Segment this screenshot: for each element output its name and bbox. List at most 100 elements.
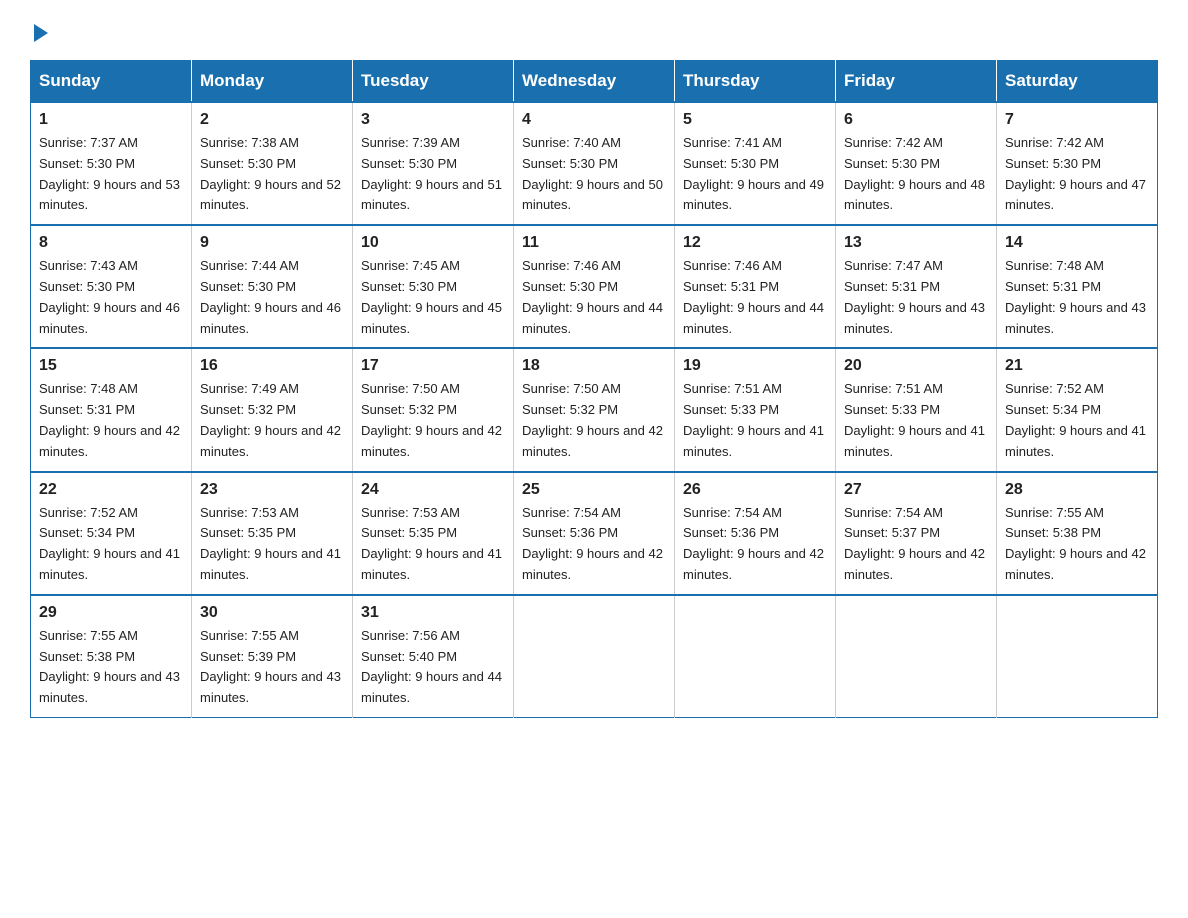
day-number: 8 xyxy=(39,234,183,252)
logo xyxy=(30,20,48,42)
day-number: 24 xyxy=(361,481,505,499)
page-header xyxy=(30,20,1158,42)
day-number: 13 xyxy=(844,234,988,252)
day-info: Sunrise: 7:54 AMSunset: 5:37 PMDaylight:… xyxy=(844,505,985,582)
calendar-cell xyxy=(836,595,997,718)
calendar-cell xyxy=(997,595,1158,718)
day-info: Sunrise: 7:47 AMSunset: 5:31 PMDaylight:… xyxy=(844,258,985,335)
calendar-cell: 24 Sunrise: 7:53 AMSunset: 5:35 PMDaylig… xyxy=(353,472,514,595)
day-number: 17 xyxy=(361,357,505,375)
day-number: 15 xyxy=(39,357,183,375)
calendar-cell: 8 Sunrise: 7:43 AMSunset: 5:30 PMDayligh… xyxy=(31,225,192,348)
calendar-cell: 5 Sunrise: 7:41 AMSunset: 5:30 PMDayligh… xyxy=(675,102,836,225)
day-number: 3 xyxy=(361,111,505,129)
day-info: Sunrise: 7:56 AMSunset: 5:40 PMDaylight:… xyxy=(361,628,502,705)
calendar-cell: 6 Sunrise: 7:42 AMSunset: 5:30 PMDayligh… xyxy=(836,102,997,225)
day-number: 14 xyxy=(1005,234,1149,252)
calendar-cell: 28 Sunrise: 7:55 AMSunset: 5:38 PMDaylig… xyxy=(997,472,1158,595)
calendar-cell: 9 Sunrise: 7:44 AMSunset: 5:30 PMDayligh… xyxy=(192,225,353,348)
logo-arrow-icon xyxy=(34,24,48,42)
day-number: 20 xyxy=(844,357,988,375)
calendar-cell: 12 Sunrise: 7:46 AMSunset: 5:31 PMDaylig… xyxy=(675,225,836,348)
calendar-week-row: 1 Sunrise: 7:37 AMSunset: 5:30 PMDayligh… xyxy=(31,102,1158,225)
day-number: 9 xyxy=(200,234,344,252)
day-info: Sunrise: 7:54 AMSunset: 5:36 PMDaylight:… xyxy=(683,505,824,582)
calendar-week-row: 22 Sunrise: 7:52 AMSunset: 5:34 PMDaylig… xyxy=(31,472,1158,595)
calendar-cell: 30 Sunrise: 7:55 AMSunset: 5:39 PMDaylig… xyxy=(192,595,353,718)
day-number: 6 xyxy=(844,111,988,129)
day-info: Sunrise: 7:46 AMSunset: 5:31 PMDaylight:… xyxy=(683,258,824,335)
calendar-cell: 26 Sunrise: 7:54 AMSunset: 5:36 PMDaylig… xyxy=(675,472,836,595)
day-info: Sunrise: 7:54 AMSunset: 5:36 PMDaylight:… xyxy=(522,505,663,582)
calendar-header-row: SundayMondayTuesdayWednesdayThursdayFrid… xyxy=(31,61,1158,103)
day-info: Sunrise: 7:40 AMSunset: 5:30 PMDaylight:… xyxy=(522,135,663,212)
calendar-week-row: 29 Sunrise: 7:55 AMSunset: 5:38 PMDaylig… xyxy=(31,595,1158,718)
day-number: 19 xyxy=(683,357,827,375)
calendar-cell: 17 Sunrise: 7:50 AMSunset: 5:32 PMDaylig… xyxy=(353,348,514,471)
day-number: 12 xyxy=(683,234,827,252)
calendar-cell: 15 Sunrise: 7:48 AMSunset: 5:31 PMDaylig… xyxy=(31,348,192,471)
day-number: 10 xyxy=(361,234,505,252)
day-number: 2 xyxy=(200,111,344,129)
day-info: Sunrise: 7:53 AMSunset: 5:35 PMDaylight:… xyxy=(361,505,502,582)
day-number: 29 xyxy=(39,604,183,622)
day-number: 7 xyxy=(1005,111,1149,129)
calendar-cell: 27 Sunrise: 7:54 AMSunset: 5:37 PMDaylig… xyxy=(836,472,997,595)
day-info: Sunrise: 7:39 AMSunset: 5:30 PMDaylight:… xyxy=(361,135,502,212)
calendar-cell: 22 Sunrise: 7:52 AMSunset: 5:34 PMDaylig… xyxy=(31,472,192,595)
calendar-cell: 31 Sunrise: 7:56 AMSunset: 5:40 PMDaylig… xyxy=(353,595,514,718)
day-info: Sunrise: 7:48 AMSunset: 5:31 PMDaylight:… xyxy=(39,381,180,458)
day-info: Sunrise: 7:45 AMSunset: 5:30 PMDaylight:… xyxy=(361,258,502,335)
day-number: 22 xyxy=(39,481,183,499)
calendar-cell: 16 Sunrise: 7:49 AMSunset: 5:32 PMDaylig… xyxy=(192,348,353,471)
day-number: 26 xyxy=(683,481,827,499)
day-info: Sunrise: 7:50 AMSunset: 5:32 PMDaylight:… xyxy=(361,381,502,458)
calendar-day-header: Sunday xyxy=(31,61,192,103)
day-info: Sunrise: 7:46 AMSunset: 5:30 PMDaylight:… xyxy=(522,258,663,335)
day-info: Sunrise: 7:52 AMSunset: 5:34 PMDaylight:… xyxy=(39,505,180,582)
day-number: 28 xyxy=(1005,481,1149,499)
day-number: 21 xyxy=(1005,357,1149,375)
calendar-cell: 4 Sunrise: 7:40 AMSunset: 5:30 PMDayligh… xyxy=(514,102,675,225)
day-info: Sunrise: 7:49 AMSunset: 5:32 PMDaylight:… xyxy=(200,381,341,458)
day-info: Sunrise: 7:55 AMSunset: 5:39 PMDaylight:… xyxy=(200,628,341,705)
day-info: Sunrise: 7:55 AMSunset: 5:38 PMDaylight:… xyxy=(1005,505,1146,582)
calendar-day-header: Tuesday xyxy=(353,61,514,103)
calendar-day-header: Saturday xyxy=(997,61,1158,103)
calendar-table: SundayMondayTuesdayWednesdayThursdayFrid… xyxy=(30,60,1158,718)
calendar-cell: 2 Sunrise: 7:38 AMSunset: 5:30 PMDayligh… xyxy=(192,102,353,225)
calendar-day-header: Thursday xyxy=(675,61,836,103)
calendar-cell: 23 Sunrise: 7:53 AMSunset: 5:35 PMDaylig… xyxy=(192,472,353,595)
day-number: 23 xyxy=(200,481,344,499)
day-info: Sunrise: 7:42 AMSunset: 5:30 PMDaylight:… xyxy=(1005,135,1146,212)
day-number: 16 xyxy=(200,357,344,375)
calendar-cell: 18 Sunrise: 7:50 AMSunset: 5:32 PMDaylig… xyxy=(514,348,675,471)
calendar-cell xyxy=(514,595,675,718)
day-number: 5 xyxy=(683,111,827,129)
calendar-cell: 29 Sunrise: 7:55 AMSunset: 5:38 PMDaylig… xyxy=(31,595,192,718)
day-number: 25 xyxy=(522,481,666,499)
day-number: 4 xyxy=(522,111,666,129)
calendar-day-header: Wednesday xyxy=(514,61,675,103)
calendar-week-row: 15 Sunrise: 7:48 AMSunset: 5:31 PMDaylig… xyxy=(31,348,1158,471)
calendar-cell: 1 Sunrise: 7:37 AMSunset: 5:30 PMDayligh… xyxy=(31,102,192,225)
day-info: Sunrise: 7:42 AMSunset: 5:30 PMDaylight:… xyxy=(844,135,985,212)
day-number: 31 xyxy=(361,604,505,622)
calendar-cell: 10 Sunrise: 7:45 AMSunset: 5:30 PMDaylig… xyxy=(353,225,514,348)
calendar-cell: 20 Sunrise: 7:51 AMSunset: 5:33 PMDaylig… xyxy=(836,348,997,471)
calendar-cell: 19 Sunrise: 7:51 AMSunset: 5:33 PMDaylig… xyxy=(675,348,836,471)
calendar-cell: 11 Sunrise: 7:46 AMSunset: 5:30 PMDaylig… xyxy=(514,225,675,348)
calendar-cell: 14 Sunrise: 7:48 AMSunset: 5:31 PMDaylig… xyxy=(997,225,1158,348)
calendar-cell: 13 Sunrise: 7:47 AMSunset: 5:31 PMDaylig… xyxy=(836,225,997,348)
day-number: 27 xyxy=(844,481,988,499)
day-info: Sunrise: 7:51 AMSunset: 5:33 PMDaylight:… xyxy=(844,381,985,458)
day-info: Sunrise: 7:43 AMSunset: 5:30 PMDaylight:… xyxy=(39,258,180,335)
calendar-cell: 25 Sunrise: 7:54 AMSunset: 5:36 PMDaylig… xyxy=(514,472,675,595)
calendar-week-row: 8 Sunrise: 7:43 AMSunset: 5:30 PMDayligh… xyxy=(31,225,1158,348)
day-number: 30 xyxy=(200,604,344,622)
day-info: Sunrise: 7:50 AMSunset: 5:32 PMDaylight:… xyxy=(522,381,663,458)
day-info: Sunrise: 7:41 AMSunset: 5:30 PMDaylight:… xyxy=(683,135,824,212)
calendar-day-header: Friday xyxy=(836,61,997,103)
day-info: Sunrise: 7:38 AMSunset: 5:30 PMDaylight:… xyxy=(200,135,341,212)
day-info: Sunrise: 7:55 AMSunset: 5:38 PMDaylight:… xyxy=(39,628,180,705)
